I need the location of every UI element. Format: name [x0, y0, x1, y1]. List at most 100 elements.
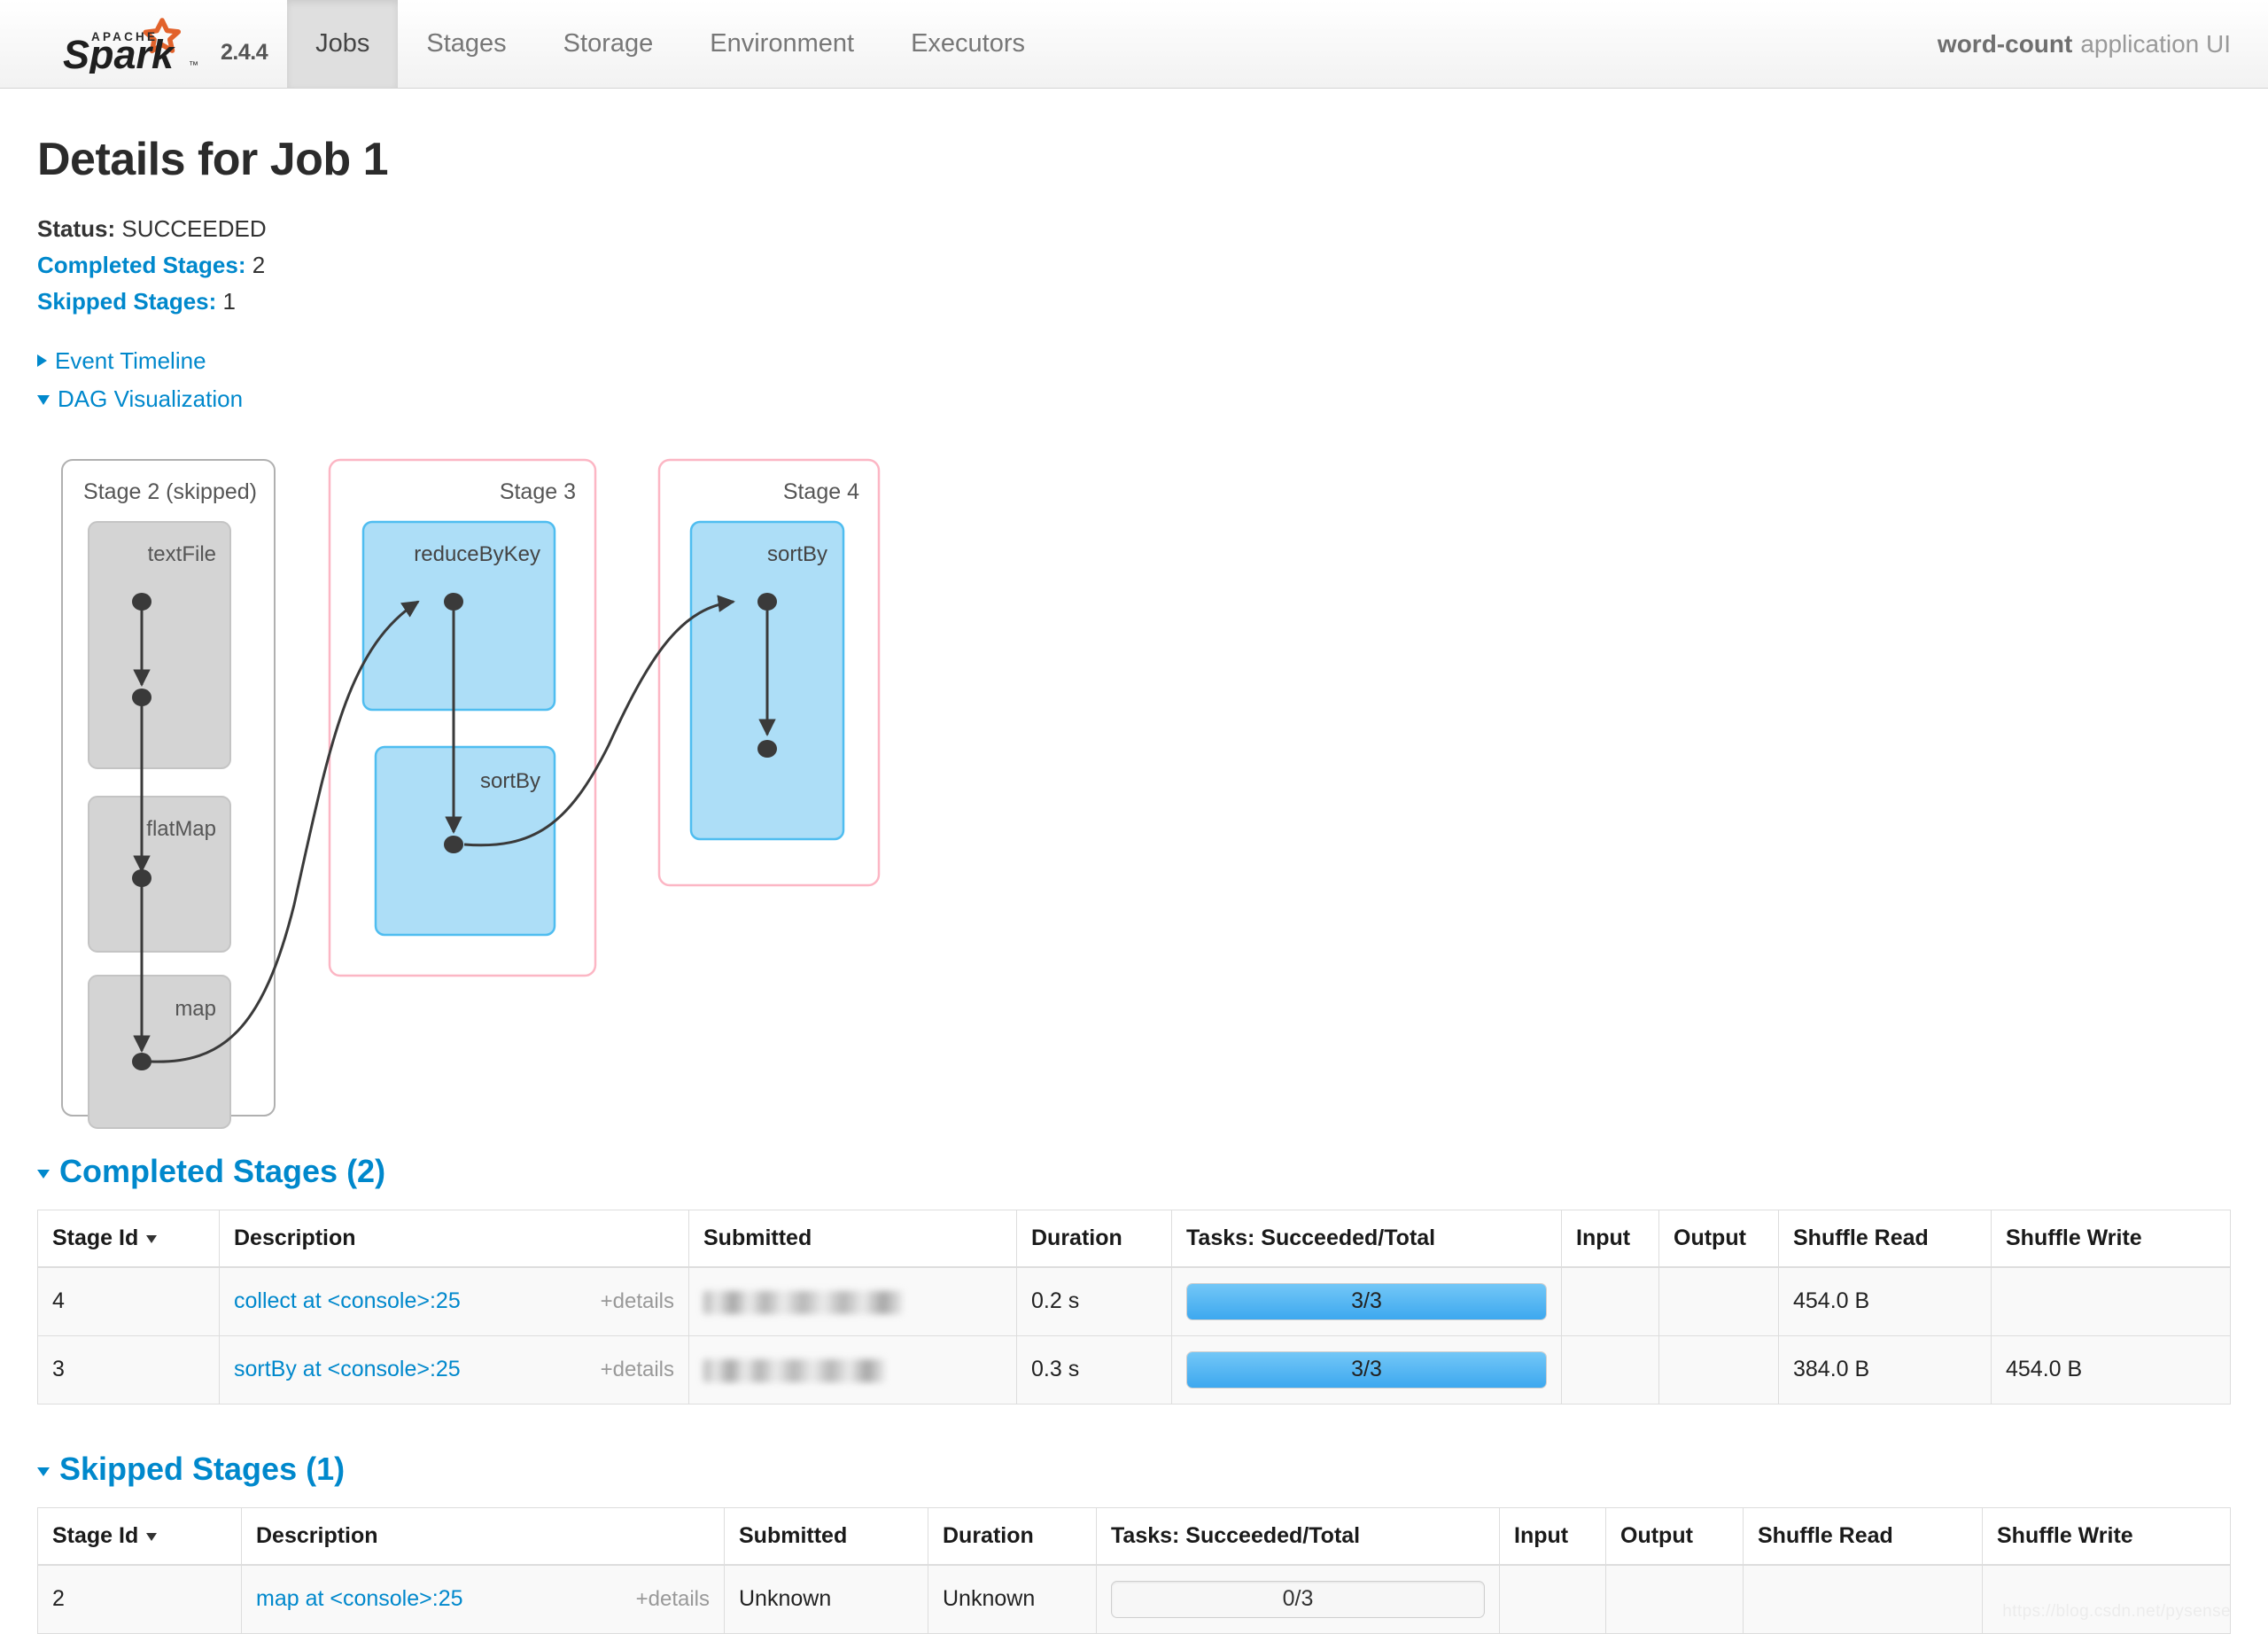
event-timeline-label: Event Timeline — [55, 347, 206, 375]
stage-description-link[interactable]: sortBy at <console>:25 — [234, 1357, 461, 1382]
task-progress-label: 3/3 — [1351, 1357, 1382, 1382]
cell-submitted — [688, 1266, 1017, 1336]
sort-caret-icon — [146, 1532, 158, 1541]
dag-node-sortby-stage3-label: sortBy — [480, 769, 540, 793]
col-shuffle-read[interactable]: Shuffle Read — [1778, 1210, 1992, 1268]
status-row: Status: SUCCEEDED — [37, 211, 2231, 247]
stage-4-title: Stage 4 — [783, 479, 859, 504]
event-timeline-toggle[interactable]: Event Timeline — [37, 342, 2231, 379]
cell-shuffle-read — [1743, 1564, 1983, 1634]
cell-stage-id: 4 — [37, 1266, 220, 1336]
dag-stage-4[interactable]: Stage 4 sortBy — [657, 458, 881, 886]
col-stage-id-label: Stage Id — [52, 1522, 139, 1548]
col-tasks[interactable]: Tasks: Succeeded/Total — [1096, 1507, 1500, 1566]
cell-submitted — [688, 1335, 1017, 1404]
col-duration[interactable]: Duration — [928, 1507, 1097, 1566]
dag-node-sortby-stage4-label: sortBy — [767, 542, 827, 566]
tab-jobs[interactable]: Jobs — [287, 0, 399, 88]
col-submitted[interactable]: Submitted — [688, 1210, 1017, 1268]
task-progress-bar: 3/3 — [1186, 1350, 1547, 1389]
col-description[interactable]: Description — [241, 1507, 725, 1566]
navbar: APACHE Spark ™ 2.4.4 Jobs Stages Storage… — [0, 0, 2268, 89]
sort-caret-icon — [146, 1234, 158, 1243]
cell-shuffle-read: 384.0 B — [1778, 1335, 1992, 1404]
stage-2-title: Stage 2 (skipped) — [83, 479, 257, 504]
dag-dot-sortby-stage4-in — [757, 592, 777, 611]
skipped-stages-heading-label: Skipped Stages (1) — [59, 1450, 346, 1487]
brand[interactable]: APACHE Spark ™ 2.4.4 — [0, 0, 287, 88]
task-progress-bar: 0/3 — [1111, 1580, 1485, 1618]
stage-description-link[interactable]: map at <console>:25 — [256, 1586, 463, 1612]
cell-tasks: 3/3 — [1171, 1335, 1562, 1404]
col-shuffle-write[interactable]: Shuffle Write — [1991, 1210, 2231, 1268]
watermark: https://blog.csdn.net/pysense — [2002, 1601, 2231, 1621]
col-shuffle-write[interactable]: Shuffle Write — [1982, 1507, 2231, 1566]
dag-dot-sortby-stage4-out — [757, 739, 777, 758]
dag-visualization-toggle[interactable]: DAG Visualization — [37, 380, 2231, 417]
dag-stage-2-skipped[interactable]: Stage 2 (skipped) textFile flatMap map — [61, 458, 276, 1129]
col-submitted[interactable]: Submitted — [724, 1507, 928, 1566]
dag-node-map-label: map — [175, 997, 216, 1021]
cell-description: map at <console>:25 +details — [241, 1564, 725, 1634]
job-summary: Status: SUCCEEDED Completed Stages: 2 Sk… — [37, 211, 2231, 319]
cell-submitted: Unknown — [724, 1564, 928, 1634]
col-stage-id[interactable]: Stage Id — [37, 1507, 242, 1566]
col-stage-id[interactable]: Stage Id — [37, 1210, 220, 1268]
completed-stages-table: Stage Id Description Submitted Duration … — [37, 1209, 2231, 1404]
col-input[interactable]: Input — [1561, 1210, 1659, 1268]
cell-shuffle-read: 454.0 B — [1778, 1266, 1992, 1336]
table-row: 4 collect at <console>:25 +details 0.2 s… — [37, 1266, 2231, 1336]
cell-shuffle-write — [1991, 1266, 2231, 1336]
status-value: SUCCEEDED — [121, 215, 267, 242]
col-output[interactable]: Output — [1605, 1507, 1744, 1566]
details-toggle[interactable]: +details — [601, 1289, 674, 1314]
skipped-stages-value: 1 — [222, 287, 236, 315]
app-title: word-count application UI — [1938, 0, 2268, 88]
cell-output — [1605, 1564, 1744, 1634]
dag-dot-map-out — [132, 1052, 151, 1070]
stage-3-title: Stage 3 — [500, 479, 576, 504]
cell-stage-id: 2 — [37, 1564, 242, 1634]
completed-stages-heading-label: Completed Stages (2) — [59, 1152, 386, 1189]
dag-node-reducebykey-label: reduceByKey — [414, 542, 540, 566]
tab-storage[interactable]: Storage — [535, 0, 682, 88]
cell-shuffle-write: 454.0 B — [2006, 1357, 2083, 1382]
stage-description-link[interactable]: collect at <console>:25 — [234, 1288, 461, 1314]
dag-dot-textfile-in — [132, 592, 151, 611]
task-progress-label: 0/3 — [1282, 1586, 1314, 1612]
table-row: 2 map at <console>:25 +details Unknown U… — [37, 1564, 2231, 1634]
dag-visualization-label: DAG Visualization — [58, 385, 244, 412]
col-input[interactable]: Input — [1499, 1507, 1606, 1566]
dag-stage-3[interactable]: Stage 3 reduceByKey sortBy — [328, 458, 597, 977]
cell-input — [1499, 1564, 1606, 1634]
spark-logo-icon: APACHE Spark ™ — [49, 15, 208, 74]
completed-stages-heading[interactable]: Completed Stages (2) — [37, 1153, 2231, 1190]
cell-tasks: 0/3 — [1096, 1564, 1500, 1634]
caret-down-icon — [37, 395, 50, 406]
details-toggle[interactable]: +details — [636, 1587, 710, 1612]
skipped-stages-table: Stage Id Description Submitted Duration … — [37, 1506, 2231, 1634]
tab-executors[interactable]: Executors — [882, 0, 1053, 88]
caret-down-icon-skipped — [37, 1467, 50, 1476]
table-header-row: Stage Id Description Submitted Duration … — [37, 1507, 2231, 1566]
skipped-stages-label[interactable]: Skipped Stages: — [37, 288, 216, 315]
dag-visualization[interactable]: Stage 2 (skipped) textFile flatMap map S… — [37, 444, 2231, 1153]
col-description[interactable]: Description — [219, 1210, 689, 1268]
dag-node-textfile-label: textFile — [148, 542, 216, 566]
tab-environment[interactable]: Environment — [681, 0, 882, 88]
cell-output — [1658, 1266, 1779, 1336]
col-output[interactable]: Output — [1658, 1210, 1779, 1268]
completed-stages-label[interactable]: Completed Stages: — [37, 252, 246, 278]
details-toggle[interactable]: +details — [601, 1358, 674, 1382]
status-label: Status: — [37, 215, 116, 242]
app-title-suffix: application UI — [2080, 29, 2231, 58]
app-name: word-count — [1937, 29, 2073, 58]
dag-svg: Stage 2 (skipped) textFile flatMap map S… — [61, 458, 881, 1129]
col-shuffle-read[interactable]: Shuffle Read — [1743, 1507, 1983, 1566]
col-duration[interactable]: Duration — [1016, 1210, 1172, 1268]
skipped-stages-heading[interactable]: Skipped Stages (1) — [37, 1451, 2231, 1488]
tab-stages[interactable]: Stages — [398, 0, 534, 88]
col-tasks[interactable]: Tasks: Succeeded/Total — [1171, 1210, 1562, 1268]
dag-dot-reducebykey-in — [444, 592, 463, 611]
cell-description: collect at <console>:25 +details — [219, 1266, 689, 1336]
